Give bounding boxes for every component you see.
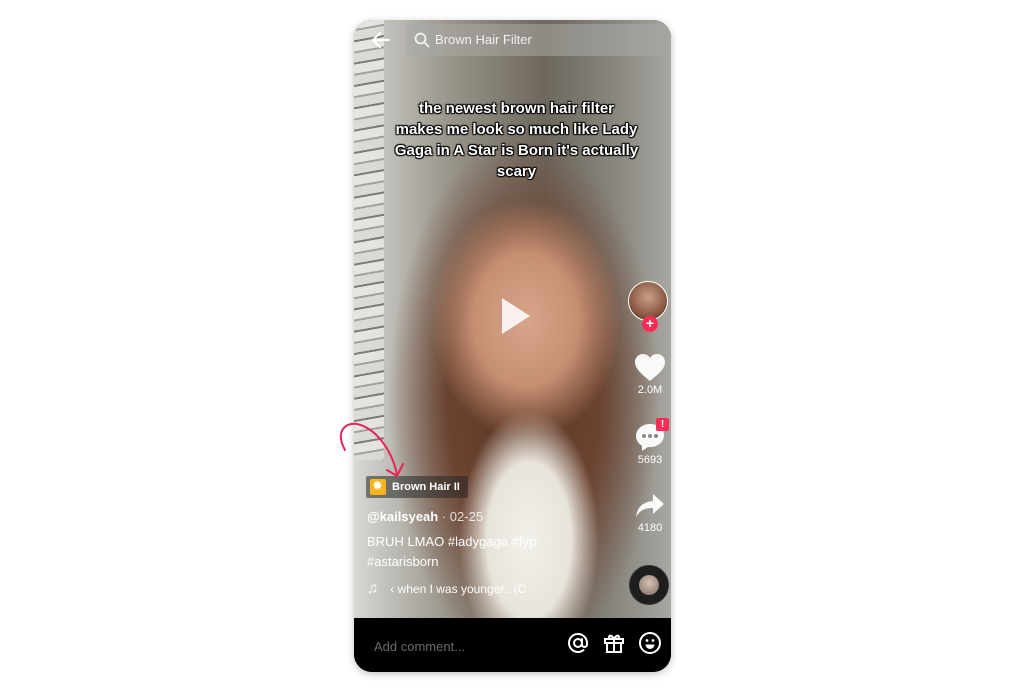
share-count: 4180 <box>637 522 663 534</box>
music-info[interactable]: ♫ ‹ when I was younger.. (C <box>367 580 526 597</box>
annotation-arrow <box>339 422 404 477</box>
post-meta: @kailsyeah · 02-25 <box>367 509 483 524</box>
search-icon <box>414 32 430 48</box>
username-link[interactable]: @kailsyeah <box>367 509 438 524</box>
top-bar: Brown Hair Filter <box>354 20 671 66</box>
like-count: 2.0M <box>637 384 663 396</box>
video-player[interactable]: the newest brown hair filter makes me lo… <box>354 20 671 618</box>
comment-input[interactable] <box>372 635 566 657</box>
share-button[interactable]: 4180 <box>630 492 670 534</box>
phone-frame: the newest brown hair filter makes me lo… <box>354 20 671 672</box>
search-bar[interactable]: Brown Hair Filter <box>406 24 664 56</box>
gift-badge-icon: ! <box>656 418 669 431</box>
play-icon[interactable] <box>502 298 530 334</box>
date-separator: · <box>438 509 450 524</box>
at-icon[interactable] <box>566 631 590 655</box>
effect-label: Brown Hair II <box>392 481 460 493</box>
post-description: BRUH LMAO #ladygaga #fyp #astarisborn <box>367 534 537 569</box>
background-curtain <box>354 20 384 460</box>
video-caption: the newest brown hair filter makes me lo… <box>394 100 639 180</box>
emoji-icon[interactable] <box>638 631 662 655</box>
music-note-icon: ♫ <box>367 580 379 597</box>
arrow-left-icon[interactable] <box>370 29 392 51</box>
comment-bar <box>354 618 671 672</box>
comment-count: 5693 <box>637 454 663 466</box>
post-date: 02-25 <box>449 509 484 524</box>
search-query[interactable]: Brown Hair Filter <box>435 32 532 47</box>
share-arrow-icon <box>636 494 664 517</box>
heart-icon <box>635 354 665 381</box>
music-disc[interactable] <box>629 565 669 605</box>
effect-sparkle-icon <box>370 478 386 495</box>
like-button[interactable]: 2.0M <box>630 353 670 396</box>
music-disc-cover <box>639 575 659 595</box>
music-title: ‹ when I was younger.. (C <box>390 581 527 596</box>
follow-button[interactable]: + <box>642 316 658 332</box>
gift-icon[interactable] <box>602 631 626 655</box>
